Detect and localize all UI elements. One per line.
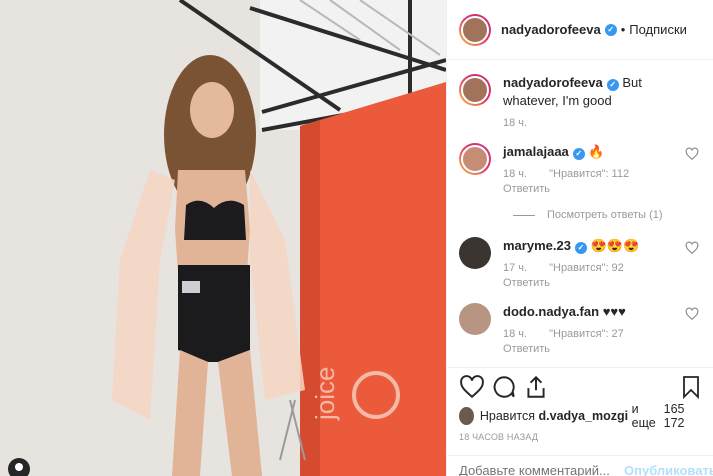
comments-list[interactable]: nadyadorofeeva ✓ But whatever, I'm good 1… [447,61,713,367]
post-photo[interactable]: joice [0,0,446,476]
header-separator: • [620,22,626,37]
liker-avatar[interactable] [459,407,474,425]
tagged-users-icon[interactable] [8,458,30,476]
likes-count[interactable]: 165 172 [664,402,701,430]
view-replies-label: Посмотреть ответы (1) [547,209,663,221]
brand-text: joice [310,367,340,421]
comment-input[interactable] [459,463,624,476]
publish-button[interactable]: Опубликовать [624,463,713,476]
list-item: dodo.nadya.fan ♥♥♥ 18 ч. "Нравится": 27 … [459,303,703,355]
comment-text: 🔥 [588,144,605,159]
author-avatar[interactable] [459,13,491,46]
comment-icon[interactable] [491,374,517,400]
liker-username[interactable]: d.vadya_mozgi [539,409,629,423]
comment-text: ♥♥♥ [602,304,626,319]
list-item: maryme.23 ✓ 😍😍😍 17 ч. "Нравится": 92 Отве… [459,237,703,289]
comment-avatar[interactable] [459,143,491,175]
likes-prefix: Нравится [479,409,536,423]
reply-button[interactable]: Ответить [503,343,693,355]
comment-likes[interactable]: "Нравится": 112 [549,168,629,180]
share-icon[interactable] [523,374,549,400]
action-bar [447,368,713,406]
heart-icon[interactable] [685,241,699,255]
comment-time[interactable]: 18 ч. [503,168,527,180]
comment-avatar[interactable] [459,303,491,335]
post-header: nadyadorofeeva ✓ • Подписки [447,0,713,60]
author-username[interactable]: nadyadorofeeva [501,22,601,37]
reply-button[interactable]: Ответить [503,183,693,195]
reply-button[interactable]: Ответить [503,277,693,289]
comment-username[interactable]: jamalajaaa [503,144,569,159]
comment-composer: Опубликовать [447,455,713,476]
bookmark-icon[interactable] [679,374,703,400]
heart-icon[interactable] [685,147,699,161]
comment-likes[interactable]: "Нравится": 27 [549,328,624,340]
like-heart-icon[interactable] [459,374,485,400]
likes-summary[interactable]: Нравится d.vadya_mozgi и еще 165 172 [447,402,713,430]
view-replies-button[interactable]: Посмотреть ответы (1) [513,209,703,221]
comment-text: 😍😍😍 [590,238,640,253]
comment-avatar[interactable] [459,237,491,269]
comment-likes[interactable]: "Нравится": 92 [549,262,624,274]
likes-suffix: и еще [631,402,656,430]
verified-badge-icon: ✓ [604,23,617,36]
caption-time[interactable]: 18 ч. [503,117,527,129]
verified-badge-icon: ✓ [606,79,619,91]
following-button[interactable]: Подписки [629,22,687,37]
comment-username[interactable]: dodo.nadya.fan [503,304,599,319]
comment-username[interactable]: maryme.23 [503,238,571,253]
divider [513,214,535,216]
comment-time[interactable]: 17 ч. [503,262,527,274]
post-side-panel: nadyadorofeeva ✓ • Подписки nadyadorofee… [446,0,713,476]
heart-icon[interactable] [685,307,699,321]
caption: nadyadorofeeva ✓ But whatever, I'm good 1… [459,74,703,129]
post-actions-section: Нравится d.vadya_mozgi и еще 165 172 18 … [447,367,713,442]
caption-avatar[interactable] [459,74,491,106]
caption-username[interactable]: nadyadorofeeva [503,75,603,90]
comment-time[interactable]: 18 ч. [503,328,527,340]
verified-badge-icon: ✓ [574,242,587,254]
list-item: jamalajaaa ✓ 🔥 18 ч. "Нравится": 112 Отве… [459,143,703,195]
verified-badge-icon: ✓ [572,148,585,160]
post-image: joice [0,0,446,476]
